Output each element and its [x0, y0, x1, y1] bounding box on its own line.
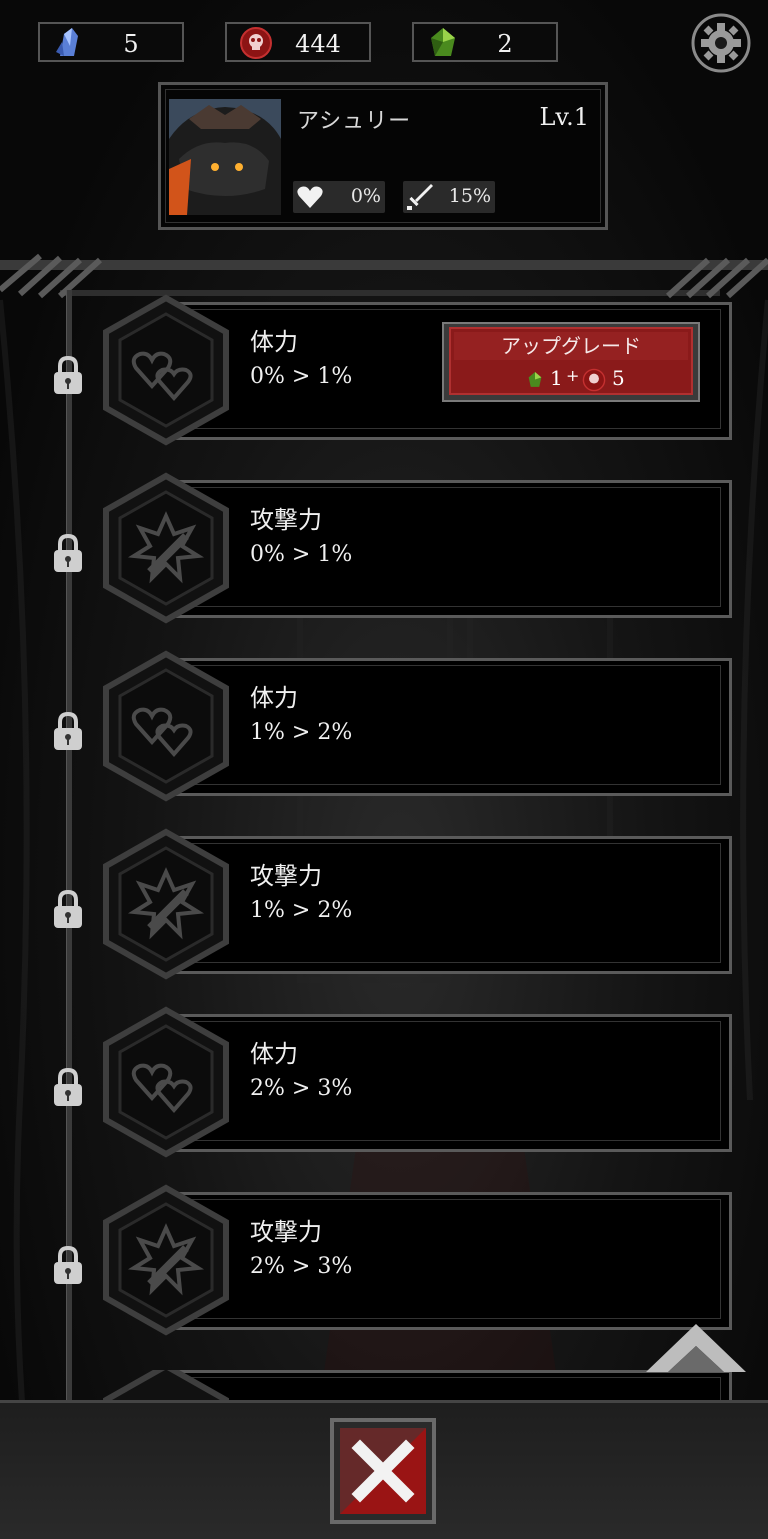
hp-stat-value: 0%	[350, 185, 381, 207]
upgrade-cost: 1 + 5	[524, 366, 644, 392]
upgrade-row: 体力 0% > 1% アップグレード 1 + 5	[0, 294, 768, 462]
character-level: Lv.1	[539, 103, 589, 131]
lock-icon	[54, 889, 82, 928]
red-skull-coin-icon	[582, 368, 606, 392]
crystal-count: 5	[123, 30, 139, 58]
upgrade-title: 体力	[250, 328, 298, 356]
lock-icon	[54, 533, 82, 572]
upgrade-row: 体力 1% > 2%	[0, 650, 768, 818]
lock-icon	[54, 1067, 82, 1106]
lock-icon	[54, 355, 82, 394]
hearts-icon	[103, 294, 229, 446]
scroll-up-arrow-icon[interactable]	[644, 1322, 748, 1378]
hp-stat: 0%	[293, 181, 385, 213]
coin-cost: 5	[612, 366, 625, 390]
green-gem-icon	[528, 372, 542, 387]
gem-cost: 1	[550, 366, 563, 390]
upgrade-row: 体力 2% > 3%	[0, 1006, 768, 1174]
lock-icon	[54, 711, 82, 750]
upgrade-value: 2% > 3%	[250, 1254, 353, 1279]
upgrade-title: 攻撃力	[250, 1218, 322, 1246]
sword-burst-icon	[103, 472, 229, 624]
upgrade-button[interactable]: アップグレード 1 + 5	[442, 322, 700, 402]
upgrade-row: 攻撃力 1% > 2%	[0, 828, 768, 996]
sword-burst-icon	[103, 828, 229, 980]
skull-coin-count: 444	[295, 30, 341, 58]
upgrade-title: 攻撃力	[250, 862, 322, 890]
attack-stat-value: 15%	[448, 185, 491, 207]
upgrade-value: 1% > 2%	[250, 720, 353, 745]
hex-frame-partial	[103, 1370, 229, 1400]
upgrade-value: 0% > 1%	[250, 364, 353, 389]
attack-stat: 15%	[403, 181, 495, 213]
upgrade-button-label: アップグレード	[501, 334, 641, 358]
upgrade-value: 0% > 1%	[250, 542, 353, 567]
character-portrait	[169, 99, 281, 215]
hearts-icon	[103, 1006, 229, 1158]
lock-icon	[54, 1245, 82, 1284]
close-button[interactable]	[330, 1418, 436, 1524]
upgrade-title: 体力	[250, 684, 298, 712]
currency-crystals: 5	[38, 22, 184, 62]
upgrade-row: 攻撃力 0% > 1%	[0, 472, 768, 640]
upgrade-title: 攻撃力	[250, 506, 322, 534]
upgrade-value: 1% > 2%	[250, 898, 353, 923]
sword-burst-icon	[103, 1184, 229, 1336]
hearts-icon	[103, 650, 229, 802]
blue-crystal-icon	[56, 28, 78, 56]
green-gem-icon	[431, 28, 455, 56]
upgrade-title: 体力	[250, 1040, 298, 1068]
currency-skull-coins: 444	[225, 22, 371, 62]
cost-plus: +	[566, 366, 580, 385]
currency-green-gems: 2	[412, 22, 558, 62]
character-card: アシュリー Lv.1 0% 15%	[158, 82, 608, 230]
red-skull-coin-icon	[240, 27, 272, 59]
sword-icon	[407, 184, 433, 210]
green-gem-count: 2	[497, 30, 513, 58]
heart-icon	[297, 186, 323, 208]
settings-gear-icon[interactable]	[690, 12, 752, 74]
upgrade-value: 2% > 3%	[250, 1076, 353, 1101]
character-name: アシュリー	[297, 109, 412, 134]
